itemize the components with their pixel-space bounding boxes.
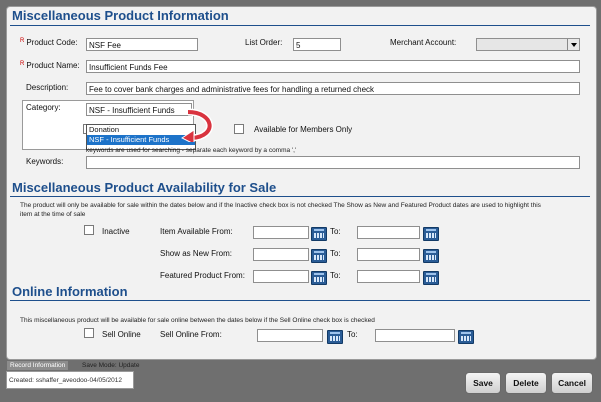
section-divider bbox=[10, 25, 590, 26]
calendar-icon[interactable] bbox=[311, 271, 327, 285]
featured-to-input[interactable] bbox=[357, 270, 420, 283]
curved-arrow-icon bbox=[181, 108, 214, 142]
description-input[interactable]: Fee to cover bank charges and administra… bbox=[86, 82, 580, 95]
category-label: Category: bbox=[26, 103, 61, 112]
section-divider bbox=[10, 300, 590, 301]
save-mode-text: Save Mode: Update bbox=[82, 362, 140, 369]
calendar-icon[interactable] bbox=[423, 271, 439, 285]
section-title-online: Online Information bbox=[12, 284, 128, 299]
product-code-label: R Product Code: bbox=[20, 38, 78, 47]
section-title-availability: Miscellaneous Product Availability for S… bbox=[12, 180, 277, 195]
list-order-label: List Order: bbox=[245, 38, 283, 47]
show-new-from-input[interactable] bbox=[253, 248, 309, 261]
record-information-tab[interactable]: Record Information bbox=[7, 361, 69, 370]
list-order-input[interactable]: 5 bbox=[293, 38, 341, 51]
calendar-icon[interactable] bbox=[423, 227, 439, 241]
sell-online-to-input[interactable] bbox=[375, 329, 455, 342]
members-only-label: Available for Members Only bbox=[254, 125, 353, 134]
calendar-icon[interactable] bbox=[311, 249, 327, 263]
keywords-label: Keywords: bbox=[26, 157, 64, 166]
category-option-donation[interactable]: Donation bbox=[87, 125, 195, 135]
delete-button[interactable]: Delete bbox=[505, 372, 547, 394]
show-new-to-input[interactable] bbox=[357, 248, 420, 261]
category-option-nsf[interactable]: NSF - Insufficient Funds bbox=[87, 135, 195, 145]
sell-online-checkbox[interactable] bbox=[84, 328, 94, 338]
calendar-icon[interactable] bbox=[458, 330, 474, 344]
item-available-from-input[interactable] bbox=[253, 226, 309, 239]
product-name-input[interactable]: Insufficient Funds Fee bbox=[86, 60, 580, 73]
to-label: To: bbox=[347, 330, 358, 339]
item-available-to-input[interactable] bbox=[357, 226, 420, 239]
online-note: This miscellaneous product will be avail… bbox=[20, 317, 375, 324]
keywords-hint: keywords are used for searching - separa… bbox=[86, 147, 297, 154]
sell-online-from-input[interactable] bbox=[257, 329, 323, 342]
product-code-input[interactable]: NSF Fee bbox=[86, 38, 198, 51]
show-new-label: Show as New From: bbox=[160, 249, 233, 258]
merchant-account-label: Merchant Account: bbox=[390, 38, 457, 47]
to-label: To: bbox=[330, 227, 341, 236]
featured-label: Featured Product From: bbox=[160, 271, 245, 280]
featured-from-input[interactable] bbox=[253, 270, 309, 283]
calendar-icon[interactable] bbox=[327, 330, 343, 344]
merchant-account-select[interactable] bbox=[476, 38, 580, 51]
description-label: Description: bbox=[26, 83, 69, 92]
section-title-product-info: Miscellaneous Product Information bbox=[12, 8, 229, 23]
members-only-checkbox[interactable] bbox=[234, 124, 244, 134]
product-name-label: R Product Name: bbox=[20, 61, 80, 70]
created-info: Created: sshaffer_aveodoo-04/05/2012 bbox=[6, 371, 134, 389]
section-divider bbox=[10, 196, 590, 197]
chevron-down-icon[interactable] bbox=[567, 39, 579, 50]
calendar-icon[interactable] bbox=[423, 249, 439, 263]
inactive-checkbox[interactable] bbox=[84, 225, 94, 235]
inactive-label: Inactive bbox=[102, 227, 130, 236]
item-available-label: Item Available From: bbox=[160, 227, 233, 236]
calendar-icon[interactable] bbox=[311, 227, 327, 241]
to-label: To: bbox=[330, 249, 341, 258]
to-label: To: bbox=[330, 271, 341, 280]
sell-online-label: Sell Online bbox=[102, 330, 141, 339]
keywords-input[interactable] bbox=[86, 156, 580, 169]
availability-note: The product will only be available for s… bbox=[20, 202, 541, 218]
cancel-button[interactable]: Cancel bbox=[551, 372, 593, 394]
save-button[interactable]: Save bbox=[465, 372, 501, 394]
category-select[interactable]: NSF - Insufficient Funds bbox=[86, 103, 192, 116]
sell-online-from-label: Sell Online From: bbox=[160, 330, 222, 339]
